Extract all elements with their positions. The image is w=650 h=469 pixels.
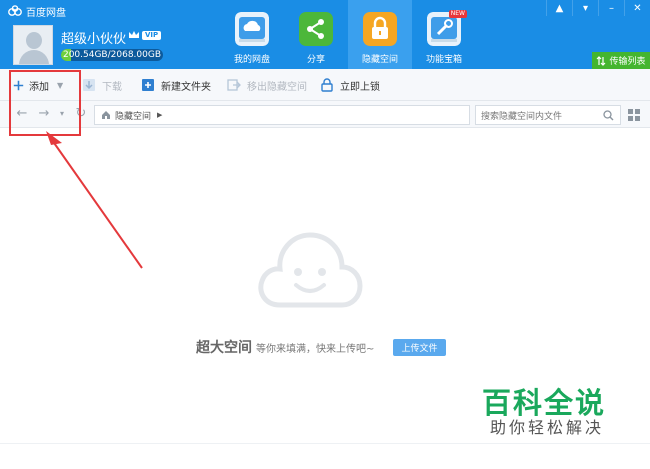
- breadcrumb[interactable]: 隐藏空间 ▶: [94, 105, 470, 125]
- empty-state-text: 等你来填满，快来上传吧~: [256, 344, 375, 355]
- tab-share[interactable]: 分享: [284, 0, 348, 69]
- highlight-box: [9, 70, 81, 136]
- tab-share-label: 分享: [306, 55, 325, 65]
- main-nav: 我的网盘 分享 隐藏空间 NEW 功能宝箱: [220, 0, 476, 69]
- navigation-bar: ← → ▾ ↻ 隐藏空间 ▶ 搜索隐藏空间内文件: [0, 101, 650, 128]
- search-input[interactable]: 搜索隐藏空间内文件: [475, 105, 621, 125]
- padlock-icon: [321, 78, 333, 92]
- header-bar: 百度网盘 ▲ ▾ – ✕ 超级小伙伙 VIP 200.54GB/2068.00G…: [0, 0, 650, 69]
- vip-label: VIP: [142, 30, 162, 40]
- move-out-label: 移出隐藏空间: [247, 81, 307, 93]
- watermark-subtitle: 助你轻松解决: [490, 418, 605, 437]
- avatar[interactable]: [13, 25, 53, 65]
- username[interactable]: 超级小伙伙: [61, 28, 126, 47]
- new-folder-icon: [142, 79, 154, 91]
- transfer-icon: [597, 55, 606, 66]
- new-folder-button[interactable]: 新建文件夹: [141, 69, 211, 101]
- tab-hidden-space[interactable]: 隐藏空间: [348, 0, 412, 69]
- crown-icon: [129, 31, 139, 38]
- storage-quota-bar: 200.54GB/2068.00GB: [61, 49, 163, 61]
- empty-state-title: 超大空间: [196, 340, 252, 356]
- move-out-icon: [227, 79, 241, 91]
- empty-cloud-icon: [258, 232, 363, 308]
- tab-my-drive[interactable]: 我的网盘: [220, 0, 284, 69]
- empty-state-message: 超大空间 等你来填满，快来上传吧~: [196, 337, 374, 357]
- status-bar: [0, 443, 650, 469]
- transfer-list-button[interactable]: 传输列表: [592, 52, 650, 69]
- app-title: 百度网盘: [26, 7, 66, 19]
- pin-button[interactable]: ▲: [546, 0, 572, 16]
- home-icon: [102, 111, 110, 119]
- close-button[interactable]: ✕: [624, 0, 650, 16]
- upload-file-button[interactable]: 上传文件: [393, 339, 446, 356]
- lock-now-label: 立即上锁: [340, 81, 380, 93]
- move-out-button[interactable]: 移出隐藏空间: [227, 69, 307, 101]
- tab-my-drive-label: 我的网盘: [233, 55, 270, 65]
- window-controls: ▲ ▾ – ✕: [546, 0, 650, 16]
- tab-toolbox-label: 功能宝箱: [425, 55, 462, 65]
- search-icon[interactable]: [603, 110, 614, 121]
- tab-hidden-space-label: 隐藏空间: [361, 55, 398, 65]
- new-badge: NEW: [448, 10, 467, 18]
- lock-icon: [363, 12, 397, 46]
- toolbar: 添加 ▼ 下载 新建文件夹 移出隐藏空间 立即上锁: [0, 69, 650, 101]
- search-placeholder: 搜索隐藏空间内文件: [481, 111, 563, 122]
- minimize-button[interactable]: –: [598, 0, 624, 16]
- storage-quota-text: 200.54GB/2068.00GB: [62, 50, 162, 60]
- share-icon: [299, 12, 333, 46]
- tab-toolbox[interactable]: NEW 功能宝箱: [412, 0, 476, 69]
- vip-badge[interactable]: VIP: [128, 30, 162, 40]
- menu-button[interactable]: ▾: [572, 0, 598, 16]
- new-folder-label: 新建文件夹: [161, 81, 211, 93]
- transfer-list-label: 传输列表: [609, 57, 646, 67]
- title-row: 百度网盘: [8, 4, 66, 19]
- breadcrumb-current[interactable]: 隐藏空间: [115, 109, 151, 122]
- download-label: 下载: [102, 81, 122, 93]
- download-icon: [83, 79, 95, 91]
- cloud-drive-icon: [235, 12, 269, 46]
- grid-view-icon[interactable]: [628, 109, 640, 121]
- baidu-cloud-logo-icon: [8, 5, 22, 16]
- chevron-right-icon[interactable]: ▶: [157, 111, 162, 119]
- lock-now-button[interactable]: 立即上锁: [320, 69, 380, 101]
- download-button[interactable]: 下载: [82, 69, 122, 101]
